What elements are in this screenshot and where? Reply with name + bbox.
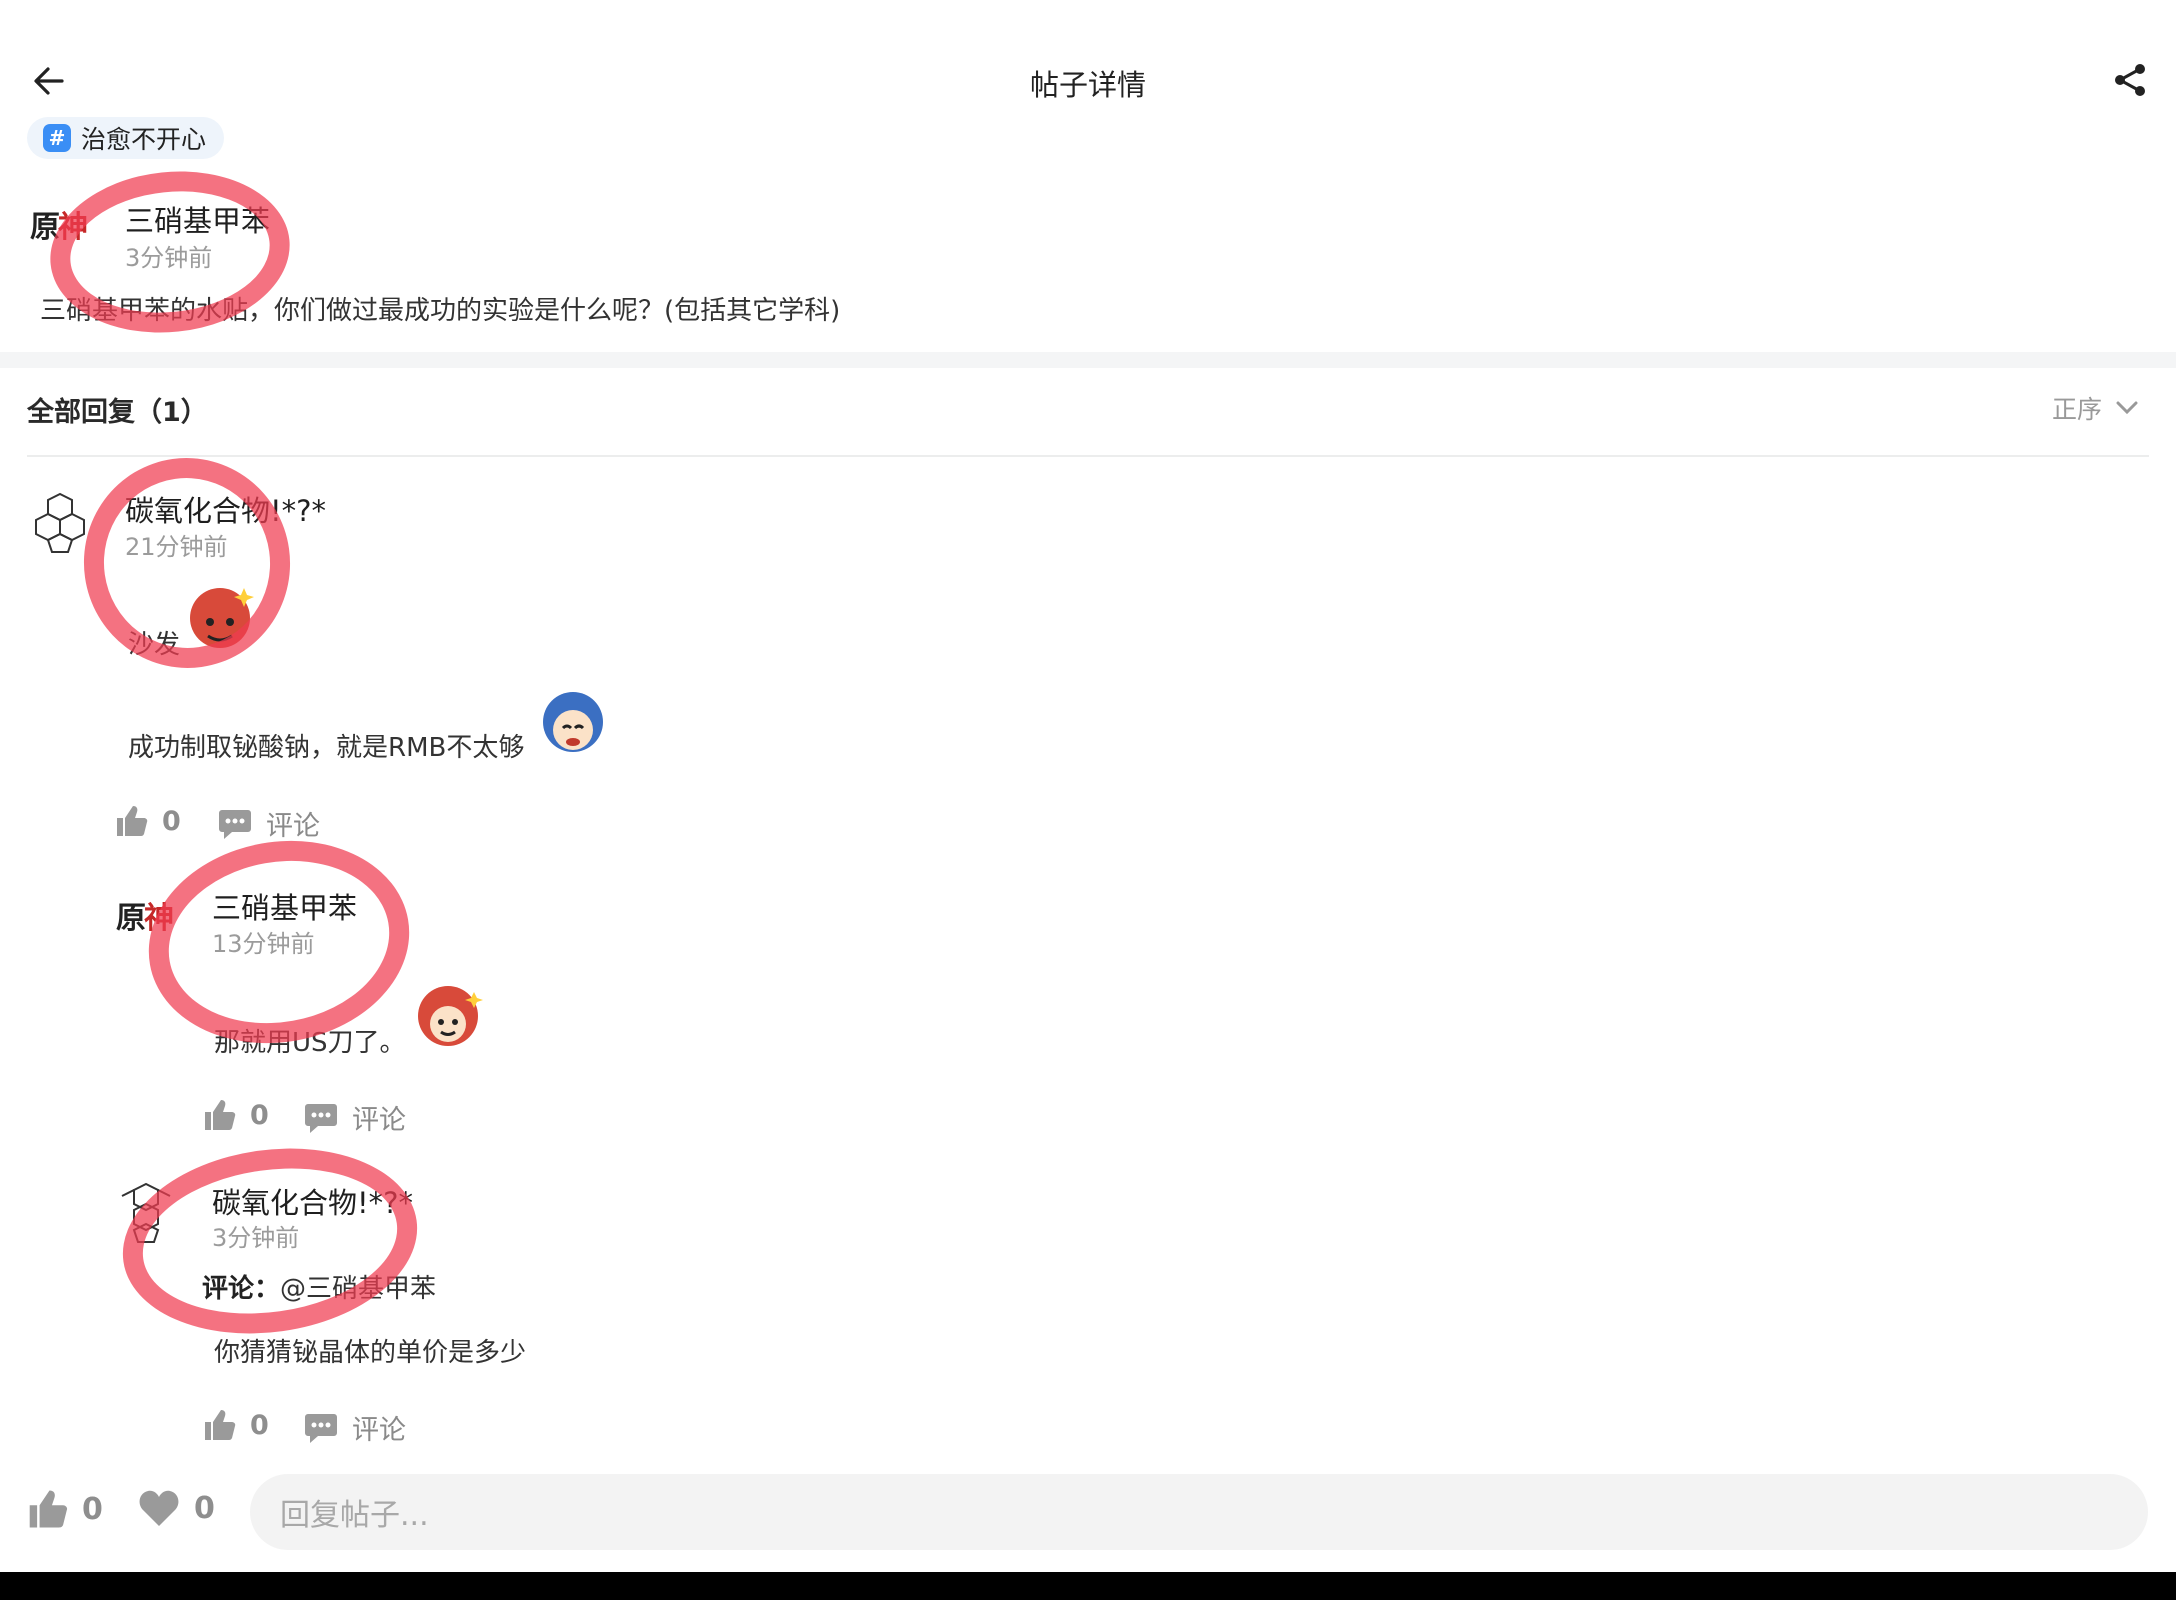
subreply-like-count: 0 bbox=[250, 1409, 269, 1441]
reply-author-name[interactable]: 碳氧化合物!*?* bbox=[125, 488, 326, 530]
subreply-comment-label: 评论 bbox=[352, 1105, 406, 1136]
reply-like-count: 0 bbox=[162, 805, 181, 837]
reply-like-button[interactable]: 0 bbox=[114, 804, 181, 838]
post-like-button[interactable]: 0 bbox=[26, 1488, 103, 1530]
thumbs-up-icon bbox=[202, 1408, 236, 1442]
comment-icon bbox=[304, 1412, 338, 1444]
subreply-comment-label: 评论 bbox=[352, 1415, 406, 1446]
post-time: 3分钟前 bbox=[125, 244, 213, 272]
sort-dropdown[interactable]: 正序 bbox=[2052, 390, 2138, 426]
heart-icon bbox=[138, 1488, 180, 1528]
post-author-name[interactable]: 三硝基甲苯 bbox=[125, 198, 270, 240]
thumbs-up-icon bbox=[26, 1488, 68, 1530]
comment-reference: 评论：@三硝基甲苯 bbox=[202, 1268, 436, 1305]
reply-comment-label: 评论 bbox=[266, 811, 320, 842]
reply-comment-button[interactable]: 评论 bbox=[218, 804, 320, 843]
reply-time: 21分钟前 bbox=[125, 533, 228, 561]
thumbs-up-icon bbox=[202, 1098, 236, 1132]
replies-title: 全部回复（1） bbox=[27, 397, 208, 428]
avatar[interactable] bbox=[114, 1176, 180, 1246]
subreply-comment-button[interactable]: 评论 bbox=[304, 1408, 406, 1447]
comment-icon bbox=[304, 1102, 338, 1134]
sticker-emoji-icon bbox=[182, 578, 260, 656]
system-nav-bar bbox=[0, 1572, 2176, 1600]
share-icon[interactable] bbox=[2112, 62, 2148, 98]
avatar[interactable]: 原神 bbox=[116, 893, 174, 937]
subreply-author-name[interactable]: 三硝基甲苯 bbox=[212, 885, 357, 927]
mention-link[interactable]: @三硝基甲苯 bbox=[280, 1274, 436, 1304]
avatar[interactable] bbox=[28, 486, 94, 556]
section-divider bbox=[0, 352, 2176, 368]
post-favorite-count: 0 bbox=[194, 1490, 215, 1526]
post-content: 三硝基甲苯的水贴，你们做过最成功的实验是什么呢？(包括其它学科) bbox=[40, 296, 841, 326]
sort-label: 正序 bbox=[2051, 395, 2102, 424]
comment-icon bbox=[218, 808, 252, 840]
chevron-down-icon bbox=[2116, 401, 2138, 415]
divider bbox=[27, 455, 2149, 457]
reply-text-line2: 成功制取铋酸钠，就是RMB不太够 bbox=[128, 733, 525, 763]
subreply-like-button[interactable]: 0 bbox=[202, 1098, 269, 1132]
subreply-content: 那就用US刀了。 bbox=[214, 1028, 406, 1058]
hash-icon: # bbox=[43, 124, 71, 152]
post-like-count: 0 bbox=[82, 1491, 103, 1527]
subreply-content: 你猜猜铋晶体的单价是多少 bbox=[214, 1338, 527, 1368]
topic-tag[interactable]: # 治愈不开心 bbox=[27, 117, 225, 159]
comment-prefix: 评论： bbox=[202, 1274, 281, 1304]
subreply-like-count: 0 bbox=[250, 1099, 269, 1131]
subreply-comment-button[interactable]: 评论 bbox=[304, 1098, 406, 1137]
post-favorite-button[interactable]: 0 bbox=[138, 1488, 215, 1528]
page-title: 帖子详情 bbox=[1029, 68, 1146, 102]
subreply-time: 13分钟前 bbox=[212, 930, 315, 958]
sticker-emoji-icon bbox=[538, 682, 608, 760]
reply-input[interactable]: 回复帖子... bbox=[250, 1474, 2148, 1550]
subreply-time: 3分钟前 bbox=[212, 1224, 300, 1252]
thumbs-up-icon bbox=[114, 804, 148, 838]
subreply-like-button[interactable]: 0 bbox=[202, 1408, 269, 1442]
reply-text-line1: 沙发 bbox=[128, 630, 181, 660]
avatar[interactable]: 原神 bbox=[30, 202, 88, 246]
sticker-emoji-icon bbox=[410, 976, 488, 1054]
topic-tag-label: 治愈不开心 bbox=[81, 125, 207, 154]
subreply-author-name[interactable]: 碳氧化合物!*?* bbox=[212, 1180, 413, 1222]
